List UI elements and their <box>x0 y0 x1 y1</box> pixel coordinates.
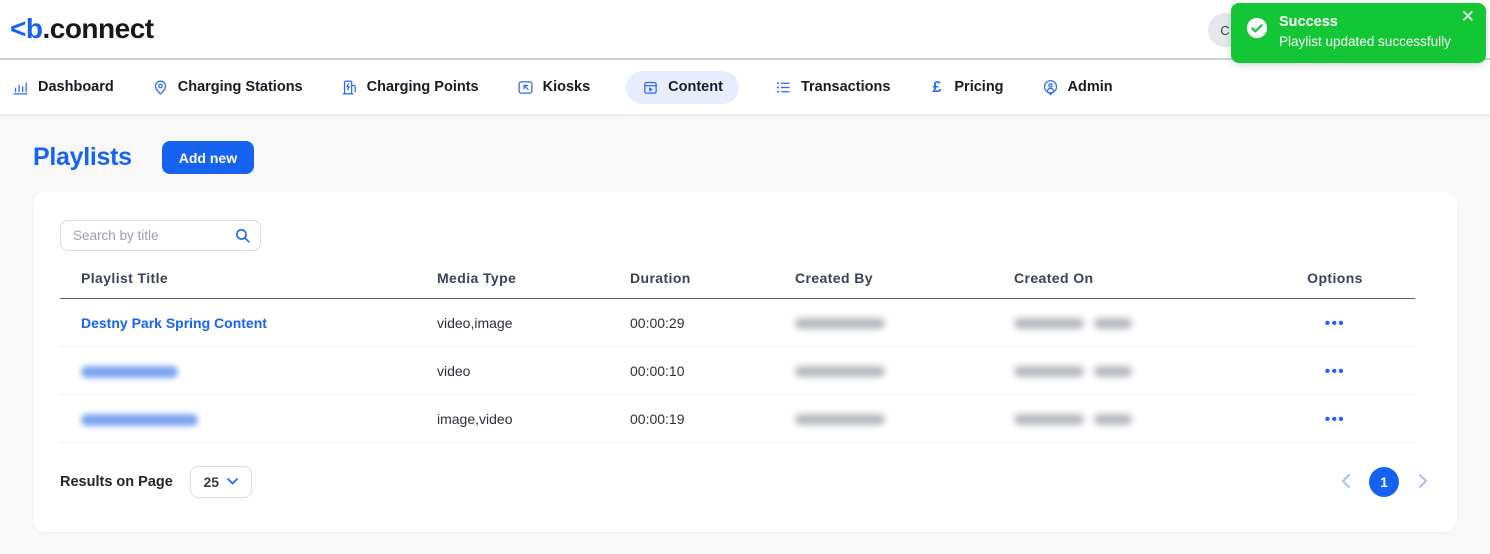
success-toast: Success Playlist updated successfully ✕ <box>1231 3 1486 63</box>
avatar-initial: C <box>1220 22 1230 38</box>
check-circle-icon <box>1246 17 1268 39</box>
toast-message: Playlist updated successfully <box>1279 34 1451 49</box>
chevron-right-icon[interactable] <box>1415 471 1431 494</box>
table-row: image,video 00:00:19 ••• <box>60 394 1415 443</box>
created-on-cell <box>1014 394 1255 443</box>
nav-item-label: Transactions <box>800 79 891 95</box>
col-options: Options <box>1255 270 1415 299</box>
media-type-cell: video,image <box>437 298 630 347</box>
col-created-on: Created On <box>1014 270 1255 299</box>
media-type-cell: video <box>437 346 630 395</box>
nav-item-label: Kiosks <box>542 79 591 95</box>
nav-item-label: Pricing <box>954 79 1004 95</box>
nav-item-charging-points[interactable]: Charging Points <box>339 71 481 104</box>
nav-item-charging-stations[interactable]: Charging Stations <box>150 71 305 104</box>
duration-cell: 00:00:10 <box>630 346 795 395</box>
nav-item-label: Admin <box>1067 79 1113 95</box>
col-media-type: Media Type <box>437 270 630 299</box>
admin-badge-icon <box>1042 79 1059 96</box>
created-on-cell <box>1014 298 1255 347</box>
pound-icon: £ <box>932 78 942 96</box>
created-by-cell <box>795 394 1014 443</box>
table-row: video 00:00:10 ••• <box>60 346 1415 395</box>
search-wrap <box>60 220 261 251</box>
created-on-cell <box>1014 346 1255 395</box>
search-input[interactable] <box>60 220 261 251</box>
nav-item-pricing[interactable]: £ Pricing <box>926 71 1005 104</box>
playlists-card: Playlist Title Media Type Duration Creat… <box>33 192 1457 532</box>
chevron-left-icon[interactable] <box>1337 471 1353 494</box>
page-head: Playlists Add new <box>33 141 1457 174</box>
app-logo: <b.connect <box>10 13 154 45</box>
nav-item-label: Dashboard <box>38 79 114 95</box>
logo-suffix: .connect <box>42 13 154 44</box>
results-label: Results on Page <box>60 474 173 490</box>
nav-item-transactions[interactable]: Transactions <box>773 71 892 104</box>
col-duration: Duration <box>630 270 795 299</box>
nav-item-label: Content <box>668 79 723 95</box>
main-content: Playlists Add new Playlist Title Media T… <box>0 141 1490 532</box>
ellipsis-icon[interactable]: ••• <box>1325 411 1345 428</box>
nav-item-content[interactable]: Content <box>626 70 739 104</box>
nav-item-admin[interactable]: Admin <box>1040 71 1115 104</box>
page-number-button[interactable]: 1 <box>1369 467 1399 497</box>
toast-title: Success <box>1279 14 1338 30</box>
created-by-cell <box>795 346 1014 395</box>
created-by-cell <box>795 298 1014 347</box>
media-type-cell: image,video <box>437 394 630 443</box>
pagination: 1 <box>1337 467 1431 497</box>
page-size-select[interactable]: 25 <box>189 466 252 498</box>
nav-item-label: Charging Points <box>366 79 479 95</box>
ellipsis-icon[interactable]: ••• <box>1325 363 1345 380</box>
redacted-playlist-title <box>81 365 178 378</box>
page-size-value: 25 <box>203 474 220 490</box>
logo-prefix: <b <box>10 13 43 44</box>
nav-item-label: Charging Stations <box>177 79 303 95</box>
transactions-list-icon <box>775 79 792 96</box>
content-icon <box>642 79 659 96</box>
nav-item-dashboard[interactable]: Dashboard <box>10 71 116 104</box>
table-header-row: Playlist Title Media Type Duration Creat… <box>60 270 1415 299</box>
nav-item-kiosks[interactable]: Kiosks <box>515 71 593 104</box>
dashboard-icon <box>12 79 29 96</box>
kiosk-icon <box>517 79 534 96</box>
ellipsis-icon[interactable]: ••• <box>1325 315 1345 332</box>
duration-cell: 00:00:29 <box>630 298 795 347</box>
results-per-page: Results on Page 25 <box>60 466 252 498</box>
page-title: Playlists <box>33 143 132 171</box>
col-created-by: Created By <box>795 270 1014 299</box>
chevron-down-icon <box>227 476 238 488</box>
playlist-title-link[interactable]: Destny Park Spring Content <box>81 315 267 331</box>
col-playlist-title: Playlist Title <box>60 270 437 299</box>
add-new-button[interactable]: Add new <box>161 141 255 174</box>
search-icon[interactable] <box>234 227 251 244</box>
redacted-playlist-title <box>81 413 198 426</box>
charging-point-icon <box>341 79 358 96</box>
main-nav: Dashboard Charging Stations Charging Point… <box>0 60 1490 115</box>
duration-cell: 00:00:19 <box>630 394 795 443</box>
close-icon[interactable]: ✕ <box>1461 8 1475 25</box>
card-footer: Results on Page 25 1 <box>60 458 1431 506</box>
location-pin-icon <box>152 79 169 96</box>
playlists-table: Playlist Title Media Type Duration Creat… <box>60 270 1415 443</box>
table-row: Destny Park Spring Content video,image 00:… <box>60 298 1415 347</box>
